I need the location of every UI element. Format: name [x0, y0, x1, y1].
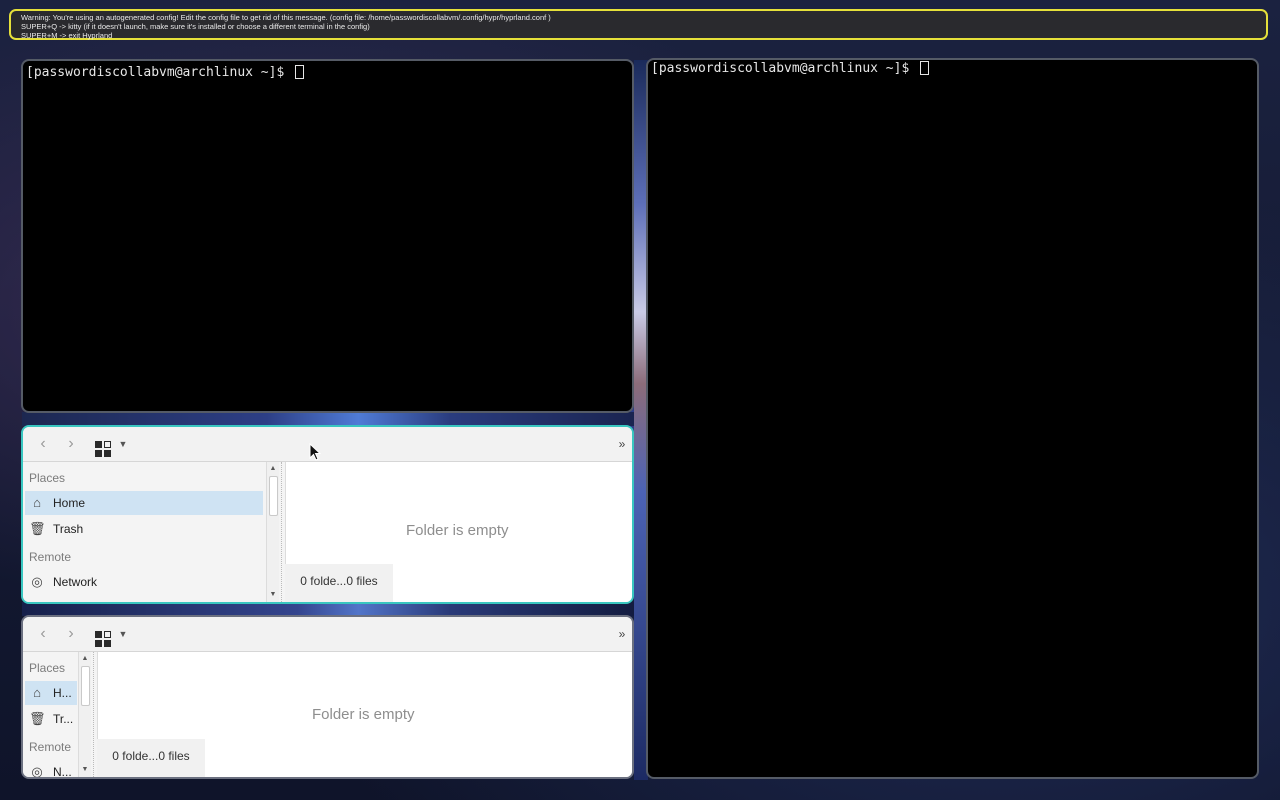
places-panel: Places ⌂ H... 🗑 Tr... Remote ◎ N...	[23, 652, 79, 777]
overflow-icon[interactable]: »	[616, 435, 628, 453]
remote-header: Remote	[29, 550, 72, 564]
scroll-up-icon[interactable]: ▲	[79, 654, 91, 664]
sidebar-item-home[interactable]: ⌂ Home	[25, 491, 263, 515]
scroll-down-icon[interactable]: ▼	[79, 765, 91, 775]
terminal-prompt[interactable]: [passwordiscollabvm@archlinux ~]$	[651, 61, 930, 76]
wallpaper-gap-horizontal	[22, 412, 634, 426]
terminal-window-right[interactable]: [passwordiscollabvm@archlinux ~]$	[646, 58, 1259, 779]
toolbar: ‹ › ▼ »	[23, 427, 632, 462]
sidebar-item-trash[interactable]: 🗑 Trash	[25, 517, 263, 541]
dropdown-arrow-icon[interactable]: ▼	[118, 435, 128, 453]
forward-arrow-icon[interactable]: ›	[63, 435, 79, 453]
warning-line-2: SUPER+Q -> kitty (if it doesn't launch, …	[21, 22, 370, 31]
places-header: Places	[29, 471, 66, 485]
wallpaper-gap-horizontal-2	[22, 602, 634, 616]
network-icon: ◎	[31, 574, 43, 589]
back-arrow-icon[interactable]: ‹	[35, 435, 51, 453]
network-icon: ◎	[31, 764, 43, 779]
forward-arrow-icon[interactable]: ›	[63, 625, 79, 643]
scrollbar-thumb[interactable]	[269, 476, 278, 516]
sidebar-item-label: H...	[53, 686, 72, 700]
icon-view-icon[interactable]	[93, 625, 113, 647]
empty-folder-message: Folder is empty	[406, 522, 509, 539]
file-manager-window-2[interactable]: ‹ › ▼ » Places ⌂ H... 🗑 Tr... Remote ◎ N…	[21, 615, 634, 779]
back-arrow-icon[interactable]: ‹	[35, 625, 51, 643]
status-bar: 0 folde...0 files	[97, 739, 205, 777]
sidebar-item-label: Home	[53, 496, 86, 510]
sidebar-item-label: Trash	[53, 522, 84, 536]
trash-icon: 🗑	[29, 711, 46, 726]
config-warning-banner: Warning: You're using an autogenerated c…	[9, 9, 1268, 40]
file-manager-window-1[interactable]: ‹ › ▼ » Places ⌂ Home 🗑 Trash Remote ◎ N…	[21, 425, 634, 604]
places-header: Places	[29, 661, 66, 675]
sidebar-item-network[interactable]: ◎ Network	[25, 570, 263, 594]
overflow-icon[interactable]: »	[616, 625, 628, 643]
warning-line-3: SUPER+M -> exit Hyprland	[21, 31, 113, 40]
sidebar-item-trash[interactable]: 🗑 Tr...	[25, 707, 77, 731]
toolbar: ‹ › ▼ »	[23, 617, 632, 652]
places-panel: Places ⌂ Home 🗑 Trash Remote ◎ Network	[23, 462, 267, 602]
dropdown-arrow-icon[interactable]: ▼	[118, 625, 128, 643]
prompt-text: [passwordiscollabvm@archlinux ~]$	[651, 61, 918, 76]
home-icon: ⌂	[33, 495, 41, 510]
terminal-window-left[interactable]: [passwordiscollabvm@archlinux ~]$	[21, 59, 634, 413]
places-scrollbar[interactable]: ▲ ▼	[266, 462, 279, 602]
remote-header: Remote	[29, 740, 72, 754]
scroll-up-icon[interactable]: ▲	[267, 464, 279, 474]
text-cursor	[295, 65, 305, 79]
sidebar-item-home[interactable]: ⌂ H...	[25, 681, 77, 705]
icon-view-icon[interactable]	[93, 435, 113, 457]
warning-line-1: Warning: You're using an autogenerated c…	[21, 13, 551, 22]
sidebar-item-network[interactable]: ◎ N...	[25, 760, 77, 779]
prompt-text: [passwordiscollabvm@archlinux ~]$	[26, 65, 293, 80]
home-icon: ⌂	[33, 685, 41, 700]
trash-icon: 🗑	[29, 521, 46, 536]
sidebar-item-label: N...	[53, 765, 72, 779]
sidebar-item-label: Tr...	[53, 712, 74, 726]
status-bar: 0 folde...0 files	[285, 564, 393, 602]
text-cursor	[920, 61, 930, 75]
sidebar-item-label: Network	[53, 575, 98, 589]
terminal-prompt[interactable]: [passwordiscollabvm@archlinux ~]$	[26, 65, 305, 80]
empty-folder-message: Folder is empty	[312, 706, 415, 723]
mouse-pointer-icon	[309, 443, 321, 461]
scrollbar-thumb[interactable]	[81, 666, 90, 706]
scroll-down-icon[interactable]: ▼	[267, 590, 279, 600]
places-scrollbar[interactable]: ▲ ▼	[78, 652, 91, 777]
